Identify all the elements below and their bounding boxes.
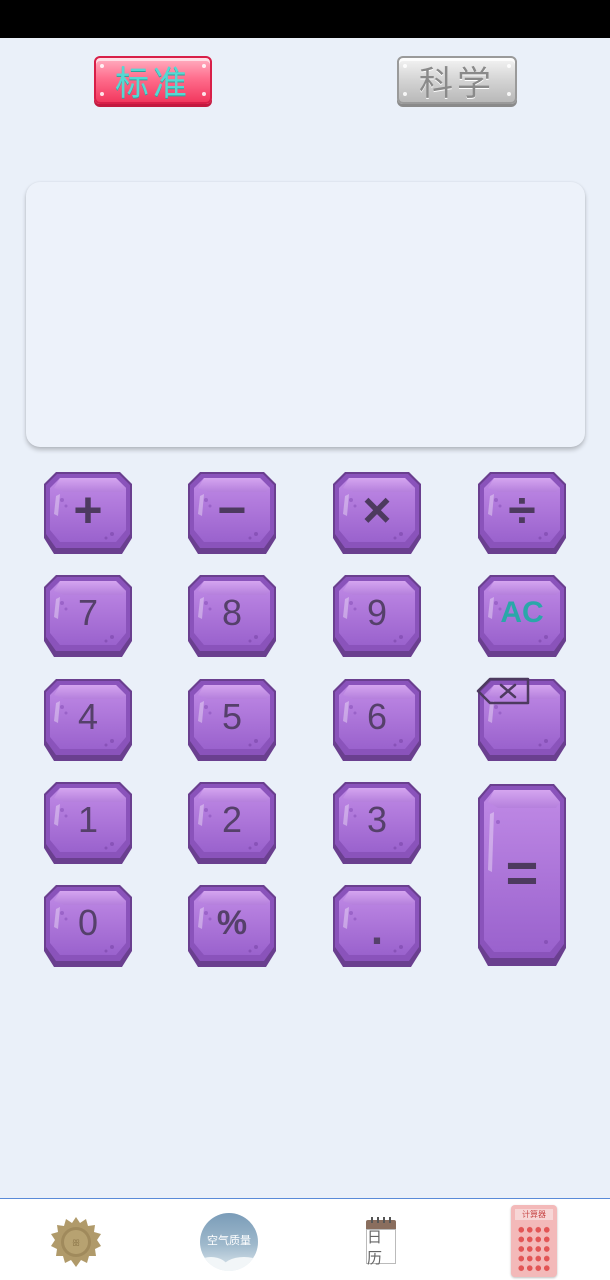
backspace-icon <box>476 677 568 757</box>
zero-label: 0 <box>77 902 99 943</box>
eight-button[interactable]: 8 <box>186 573 278 659</box>
six-label: 6 <box>366 696 388 737</box>
nav-item-air-quality[interactable]: 空气质量 <box>194 1207 264 1277</box>
clear-button[interactable]: AC <box>476 573 568 659</box>
divide-button[interactable]: ÷ <box>476 470 568 556</box>
percent-button[interactable]: % <box>186 883 278 969</box>
backspace-button[interactable] <box>476 677 568 763</box>
tab-science[interactable]: 科学 <box>397 56 517 104</box>
nav-item-badge[interactable]: ꕥ <box>41 1207 111 1277</box>
bolt-icon <box>100 64 104 68</box>
four-label: 4 <box>77 696 99 737</box>
svg-text:ꕥ: ꕥ <box>72 1239 80 1249</box>
calculator-icon: 计算器 <box>511 1205 557 1277</box>
bolt-icon <box>202 92 206 96</box>
nine-label: 9 <box>366 592 388 633</box>
zero-button[interactable]: 0 <box>42 883 134 969</box>
gear-badge-icon: ꕥ <box>51 1217 101 1267</box>
status-bar <box>0 0 610 38</box>
equals-button[interactable]: = <box>476 782 568 968</box>
tab-standard-label: 标准 <box>115 63 191 104</box>
three-label: 3 <box>366 799 388 840</box>
bottom-nav: ꕥ 空气质量 日历 计算器 <box>0 1198 610 1280</box>
seven-button[interactable]: 7 <box>42 573 134 659</box>
nine-button[interactable]: 9 <box>331 573 423 659</box>
clear-label: AC <box>500 596 544 629</box>
bolt-icon <box>507 64 511 68</box>
six-button[interactable]: 6 <box>331 677 423 763</box>
eight-label: 8 <box>221 592 243 633</box>
calendar-icon: 日历 <box>366 1217 396 1267</box>
air-quality-label: 空气质量 <box>207 1234 251 1247</box>
two-label: 2 <box>221 799 243 840</box>
four-button[interactable]: 4 <box>42 677 134 763</box>
plus-label: + <box>73 482 103 538</box>
minus-button[interactable]: − <box>186 470 278 556</box>
divide-label: ÷ <box>508 482 536 538</box>
minus-label: − <box>217 482 247 538</box>
three-button[interactable]: 3 <box>331 780 423 866</box>
one-button[interactable]: 1 <box>42 780 134 866</box>
bolt-icon <box>202 64 206 68</box>
bolt-icon <box>403 92 407 96</box>
decimal-point-button[interactable]: . <box>331 883 423 969</box>
tab-standard[interactable]: 标准 <box>94 56 212 104</box>
one-label: 1 <box>77 799 99 840</box>
bolt-icon <box>403 64 407 68</box>
five-label: 5 <box>221 696 243 737</box>
plus-button[interactable]: + <box>42 470 134 556</box>
equals-label: = <box>505 840 539 904</box>
calculator-display <box>26 182 585 447</box>
seven-label: 7 <box>77 592 99 633</box>
calendar-label: 日历 <box>366 1228 396 1267</box>
multiply-button[interactable]: × <box>331 470 423 556</box>
percent-label: % <box>216 903 248 942</box>
decimal-point-label: . <box>370 905 384 954</box>
calculator-label: 计算器 <box>515 1209 553 1220</box>
nav-item-calendar[interactable]: 日历 <box>346 1207 416 1277</box>
nav-item-calculator[interactable]: 计算器 <box>499 1203 569 1279</box>
bolt-icon <box>100 92 104 96</box>
two-button[interactable]: 2 <box>186 780 278 866</box>
tab-science-label: 科学 <box>419 63 495 104</box>
five-button[interactable]: 5 <box>186 677 278 763</box>
bolt-icon <box>507 92 511 96</box>
multiply-label: × <box>362 482 392 538</box>
air-quality-icon: 空气质量 <box>200 1213 258 1271</box>
